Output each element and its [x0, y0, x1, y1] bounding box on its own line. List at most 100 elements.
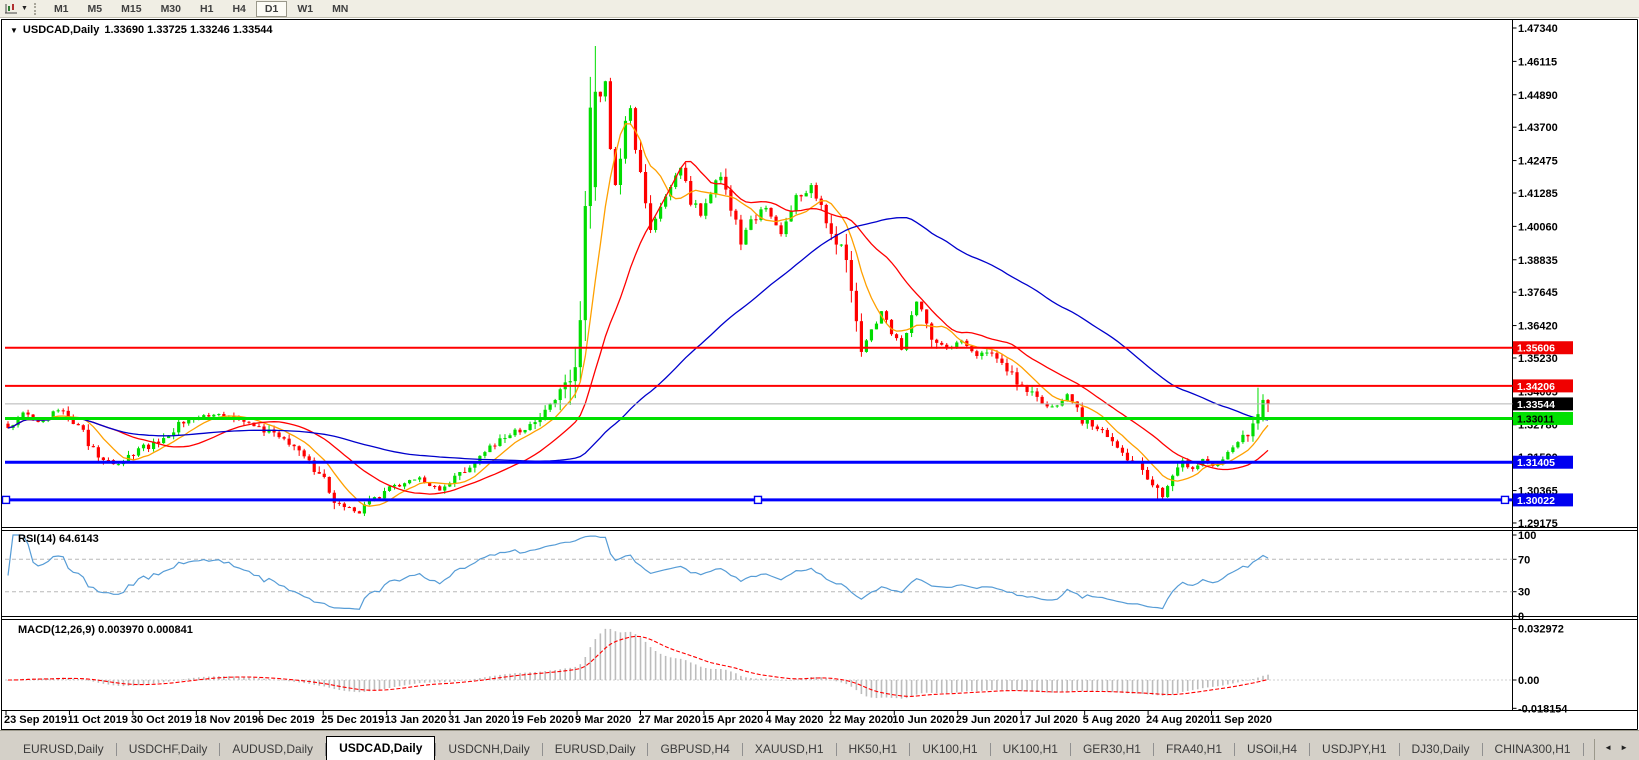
macd-histogram-bar — [223, 676, 225, 680]
macd-histogram-bar — [836, 680, 838, 681]
macd-histogram-bar — [474, 679, 476, 680]
macd-histogram-bar — [1212, 680, 1214, 687]
macd-histogram-bar — [1132, 680, 1134, 694]
tab-DJ30-Daily[interactable]: DJ30,Daily — [1400, 739, 1482, 760]
macd-histogram-bar — [384, 680, 386, 689]
date-tick-label: 15 Apr 2020 — [702, 714, 763, 726]
tab-UK100-H1[interactable]: UK100,H1 — [991, 739, 1070, 760]
macd-histogram-bar — [12, 680, 14, 681]
macd-histogram-bar — [1051, 680, 1053, 693]
timeframe-button-M15[interactable]: M15 — [112, 1, 150, 17]
macd-histogram-bar — [605, 629, 607, 680]
timeframe-buttons: M1M5M15M30H1H4D1W1MN — [45, 1, 357, 17]
date-tick-label: 31 Jan 2020 — [448, 714, 510, 726]
date-tick-label: 27 Mar 2020 — [639, 714, 701, 726]
macd-histogram-bar — [841, 680, 843, 682]
hline-1.35606[interactable]: 1.35606 — [5, 341, 1573, 355]
timeframe-button-H4[interactable]: H4 — [223, 1, 254, 17]
rsi-tick-label: 70 — [1518, 554, 1530, 566]
tab-USDCAD-Daily[interactable]: USDCAD,Daily — [326, 736, 435, 760]
hline-1.33011[interactable]: 1.33011 — [5, 412, 1573, 426]
tab-scroll-left-button[interactable]: ◄ — [1602, 743, 1614, 752]
hline-1.33544[interactable]: 1.33544 — [5, 397, 1573, 411]
macd-histogram-bar — [439, 680, 441, 682]
macd-histogram-bar — [871, 680, 873, 698]
tab-HK50-H1[interactable]: HK50,H1 — [837, 739, 910, 760]
macd-histogram-bar — [986, 680, 988, 691]
macd-histogram-bar — [1107, 680, 1109, 692]
macd-histogram-bar — [635, 634, 637, 680]
price-chart-canvas[interactable]: 1.473401.461151.448901.437001.424751.412… — [0, 0, 1639, 730]
macd-histogram-bar — [695, 664, 697, 680]
macd-histogram-bar — [645, 642, 647, 680]
macd-histogram-bar — [861, 680, 863, 694]
tab-GER30-H1[interactable]: GER30,H1 — [1071, 739, 1153, 760]
price-tick-label: 1.29175 — [1518, 518, 1558, 530]
macd-histogram-bar — [595, 639, 597, 680]
macd-histogram-bar — [1016, 680, 1018, 691]
macd-histogram-bar — [1202, 680, 1204, 688]
tab-AUDUSD-Daily[interactable]: AUDUSD,Daily — [220, 739, 325, 760]
macd-histogram-bar — [830, 680, 832, 681]
macd-histogram-bar — [931, 680, 933, 693]
tab-XAUUSD-H1[interactable]: XAUUSD,H1 — [743, 739, 836, 760]
macd-histogram-bar — [1142, 680, 1144, 694]
macd-histogram-bar — [996, 680, 998, 690]
macd-label: MACD(12,26,9) 0.003970 0.000841 — [18, 624, 193, 636]
tab-FRA40-H1[interactable]: FRA40,H1 — [1154, 739, 1234, 760]
tab-UK100-H1[interactable]: UK100,H1 — [910, 739, 989, 760]
chart-style-dropdown-icon[interactable]: ▼ — [21, 5, 28, 12]
macd-histogram-bar — [765, 679, 767, 680]
macd-signal-line — [8, 636, 1268, 696]
macd-histogram-bar — [886, 680, 888, 698]
macd-histogram-bar — [42, 679, 44, 680]
tab-USOil-H4[interactable]: USOil,H4 — [1235, 739, 1309, 760]
timeframe-button-H1[interactable]: H1 — [191, 1, 222, 17]
macd-histogram-bar — [851, 680, 853, 687]
macd-histogram-bar — [720, 669, 722, 680]
macd-histogram-bar — [705, 668, 707, 680]
tab-EURUSD-Daily[interactable]: EURUSD,Daily — [543, 739, 648, 760]
macd-histogram-bar — [1006, 680, 1008, 690]
date-tick-label: 11 Sep 2020 — [1210, 714, 1272, 726]
macd-histogram-bar — [1252, 679, 1254, 680]
timeframe-button-M1[interactable]: M1 — [45, 1, 78, 17]
tab-USDCNH-Daily[interactable]: USDCNH,Daily — [436, 739, 541, 760]
rsi-panel: 10070300 — [5, 530, 1536, 623]
price-axis: 1.473401.461151.448901.437001.424751.412… — [1513, 23, 1558, 530]
macd-histogram-bar — [760, 679, 762, 680]
macd-histogram-bar — [1167, 680, 1169, 695]
date-tick-label: 6 Dec 2019 — [258, 714, 315, 726]
tab-GBPUSD-H4[interactable]: GBPUSD,H4 — [648, 739, 741, 760]
tab-USDCHF-Daily[interactable]: USDCHF,Daily — [117, 739, 220, 760]
svg-text:1.33011: 1.33011 — [1517, 413, 1555, 425]
timeframe-button-W1[interactable]: W1 — [288, 1, 322, 17]
hline-1.30022[interactable]: 1.30022 — [3, 493, 1574, 507]
macd-histogram-bar — [911, 680, 913, 697]
svg-text:1.30022: 1.30022 — [1517, 495, 1555, 507]
hline-1.31405[interactable]: 1.31405 — [5, 456, 1573, 470]
timeframe-button-MN[interactable]: MN — [323, 1, 357, 17]
tab-USDJPY-H1[interactable]: USDJPY,H1 — [1310, 739, 1398, 760]
toolbar-grip — [34, 3, 40, 15]
macd-histogram-bar — [1237, 680, 1239, 682]
macd-histogram-bar — [1026, 680, 1028, 692]
macd-histogram-bar — [1087, 680, 1089, 691]
chart-menu-caret-icon[interactable]: ▼ — [10, 26, 18, 35]
chart-style-icon[interactable] — [3, 2, 19, 16]
tab-scroll-right-button[interactable]: ► — [1618, 743, 1630, 752]
timeframe-button-M5[interactable]: M5 — [79, 1, 112, 17]
tab-USOil-H1[interactable]: USOil,H1 — [1584, 739, 1595, 760]
macd-histogram-bar — [193, 678, 195, 680]
macd-histogram-bar — [278, 680, 280, 681]
macd-histogram-bar — [1122, 680, 1124, 693]
timeframe-button-M30[interactable]: M30 — [152, 1, 190, 17]
tab-CHINA300-H1[interactable]: CHINA300,H1 — [1483, 739, 1583, 760]
macd-histogram-bar — [409, 680, 411, 685]
timeframe-button-D1[interactable]: D1 — [256, 1, 287, 17]
tab-EURUSD-Daily[interactable]: EURUSD,Daily — [11, 739, 116, 760]
macd-histogram-bar — [339, 680, 341, 690]
macd-histogram-bar — [138, 680, 140, 685]
macd-histogram-bar — [168, 680, 170, 682]
hline-1.34206[interactable]: 1.34206 — [5, 379, 1573, 393]
